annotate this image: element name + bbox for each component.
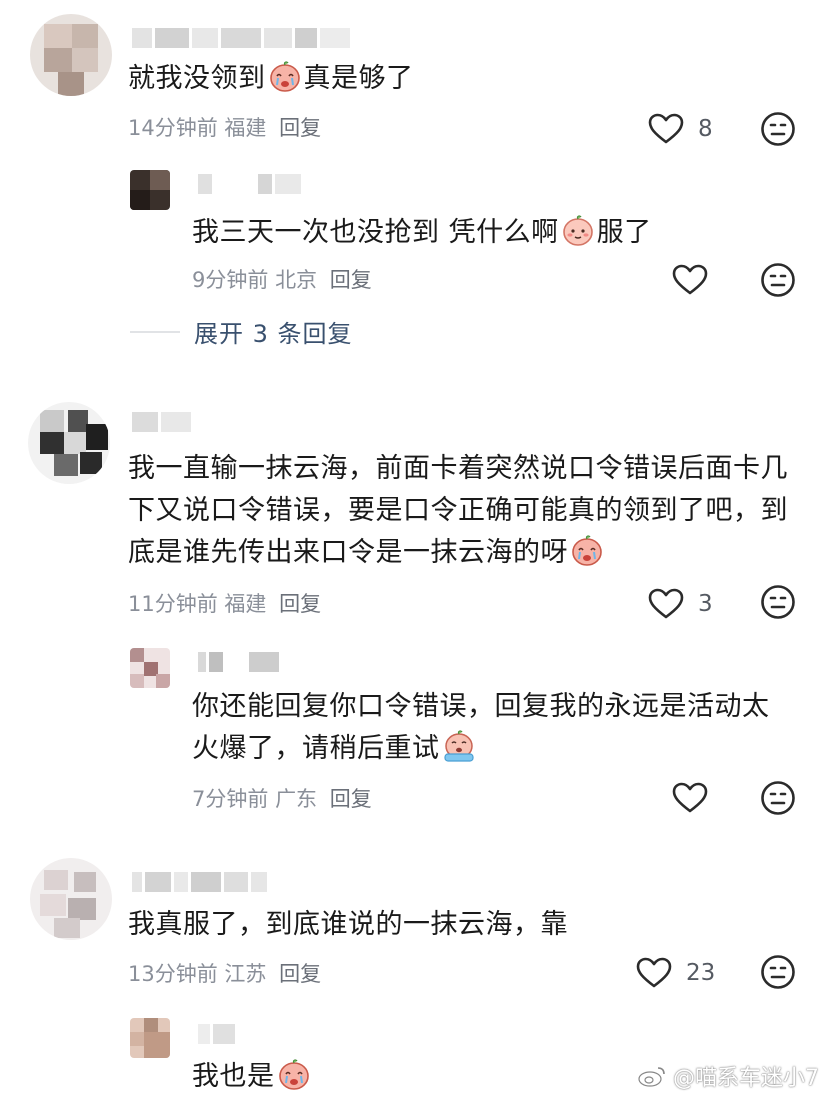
like-button[interactable]: 8 xyxy=(648,111,713,147)
like-count: 8 xyxy=(698,116,713,142)
reply-button[interactable]: 回复 xyxy=(279,962,321,986)
comment-meta: 14分钟前 福建 回复 xyxy=(128,112,321,142)
username[interactable] xyxy=(198,174,304,194)
like-count: 23 xyxy=(686,960,716,986)
dislike-face-icon[interactable] xyxy=(760,584,796,620)
avatar[interactable] xyxy=(130,1018,170,1058)
weibo-logo-icon xyxy=(638,1067,665,1087)
username[interactable] xyxy=(132,872,270,892)
avatar[interactable] xyxy=(28,402,110,484)
expand-replies-label: 展开 3 条回复 xyxy=(194,320,353,348)
reply-meta: 7分钟前 广东 回复 xyxy=(192,783,372,813)
reply-text: 我三天一次也没抢到 凭什么啊 服了 xyxy=(192,212,652,254)
avatar[interactable] xyxy=(30,14,112,96)
peach-crying-emoji xyxy=(570,533,604,567)
comment-meta: 13分钟前 江苏 回复 xyxy=(128,958,321,988)
timestamp: 11分钟前 xyxy=(128,592,218,616)
peach-sobbing-emoji xyxy=(442,729,476,763)
heart-icon xyxy=(648,588,684,620)
heart-icon[interactable] xyxy=(672,264,708,296)
peach-crying-emoji xyxy=(277,1057,311,1091)
reply-button[interactable]: 回复 xyxy=(279,592,321,616)
username[interactable] xyxy=(198,652,282,672)
timestamp: 13分钟前 xyxy=(128,962,218,986)
timestamp: 14分钟前 xyxy=(128,116,218,140)
reply-button[interactable]: 回复 xyxy=(330,787,372,811)
comment-meta: 11分钟前 福建 回复 xyxy=(128,588,321,618)
avatar[interactable] xyxy=(130,170,170,210)
like-button[interactable]: 3 xyxy=(648,586,713,622)
like-count: 3 xyxy=(698,591,713,617)
heart-icon[interactable] xyxy=(672,782,708,814)
peach-blush-emoji xyxy=(561,213,595,247)
location: 北京 xyxy=(275,268,318,292)
like-button[interactable]: 23 xyxy=(636,955,715,991)
avatar[interactable] xyxy=(30,858,112,940)
timestamp: 7分钟前 xyxy=(192,787,269,811)
heart-icon xyxy=(648,113,684,145)
reply-button[interactable]: 回复 xyxy=(279,116,321,140)
location: 江苏 xyxy=(224,962,267,986)
comment-screen: { "comments": [ { "text": "就我没领到", "text… xyxy=(0,0,827,1100)
reply-meta: 9分钟前 北京 回复 xyxy=(192,264,372,294)
username[interactable] xyxy=(132,28,353,48)
comment-text: 我一直输一抹云海，前面卡着突然说口令错误后面卡几下又说口令错误，要是口令正确可能… xyxy=(128,453,788,568)
heart-icon xyxy=(636,957,672,989)
dislike-face-icon[interactable] xyxy=(760,780,796,816)
reply-text: 我也是 xyxy=(192,1056,313,1098)
reply-text: 你还能回复你口令错误，回复我的永远是活动太火爆了，请稍后重试 xyxy=(192,691,770,764)
location: 福建 xyxy=(224,592,267,616)
reply-button[interactable]: 回复 xyxy=(330,268,372,292)
peach-crying-emoji xyxy=(268,59,302,93)
avatar[interactable] xyxy=(130,648,170,688)
comment-text: 我真服了，到底谁说的一抹云海，靠 xyxy=(128,909,568,940)
username[interactable] xyxy=(198,1024,238,1044)
comment-text: 就我没领到 真是够了 xyxy=(128,58,414,100)
dislike-face-icon[interactable] xyxy=(760,262,796,298)
username[interactable] xyxy=(132,412,194,432)
divider xyxy=(130,330,180,333)
watermark-text: @喵系车迷小7 xyxy=(673,1066,819,1091)
expand-replies-button[interactable]: 展开 3 条回复 xyxy=(130,314,353,349)
dislike-face-icon[interactable] xyxy=(760,111,796,147)
location: 福建 xyxy=(224,116,267,140)
timestamp: 9分钟前 xyxy=(192,268,269,292)
watermark: @喵系车迷小7 xyxy=(637,1060,819,1092)
dislike-face-icon[interactable] xyxy=(760,954,796,990)
location: 广东 xyxy=(275,787,318,811)
